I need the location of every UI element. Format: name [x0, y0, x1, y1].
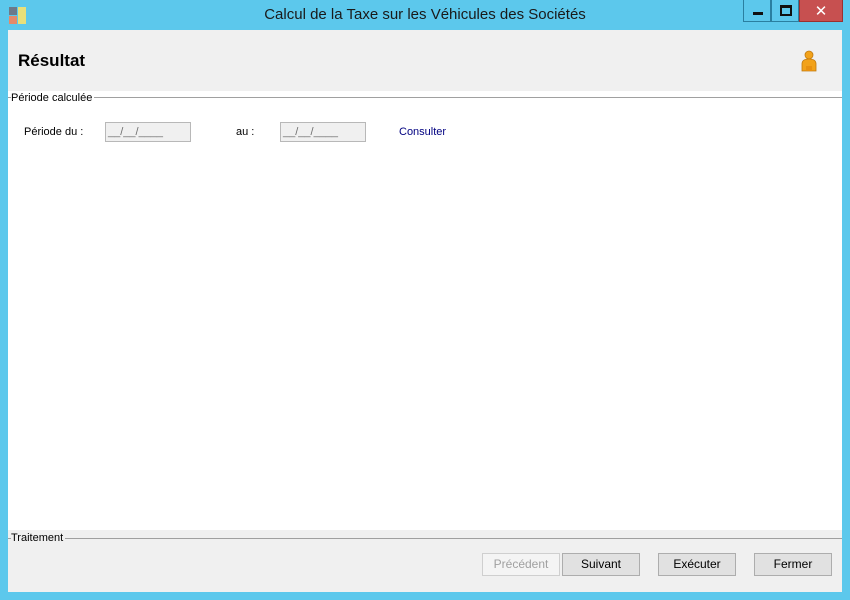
client-area: Résultat Période calculée Période du : _… — [8, 30, 842, 592]
treatment-group-divider — [8, 538, 842, 539]
close-icon: ✕ — [814, 2, 828, 20]
treatment-group-label: Traitement — [11, 532, 66, 544]
page-title: Résultat — [18, 51, 86, 70]
execute-button[interactable]: Exécuter — [658, 553, 736, 576]
maximize-button[interactable] — [771, 0, 799, 22]
period-from-input[interactable]: __/__/____ — [105, 122, 191, 142]
maximize-icon — [780, 5, 792, 16]
application-window: Calcul de la Taxe sur les Véhicules des … — [0, 0, 850, 600]
user-icon — [801, 50, 817, 72]
window-title: Calcul de la Taxe sur les Véhicules des … — [264, 6, 586, 23]
previous-button[interactable]: Précédent — [482, 553, 560, 576]
close-button[interactable]: Fermer — [754, 553, 832, 576]
period-to-input[interactable]: __/__/____ — [280, 122, 366, 142]
period-from-label: Période du : — [24, 126, 84, 138]
minimize-icon — [753, 12, 763, 15]
period-group-divider — [8, 97, 842, 98]
consult-link[interactable]: Consulter — [399, 126, 446, 138]
period-group-label: Période calculée — [11, 92, 95, 104]
title-bar[interactable]: Calcul de la Taxe sur les Véhicules des … — [0, 0, 850, 30]
period-to-label: au : — [236, 126, 255, 138]
close-window-button[interactable]: ✕ — [799, 0, 843, 22]
page-header: Résultat — [8, 30, 842, 91]
minimize-button[interactable] — [743, 0, 771, 22]
next-button[interactable]: Suivant — [562, 553, 640, 576]
